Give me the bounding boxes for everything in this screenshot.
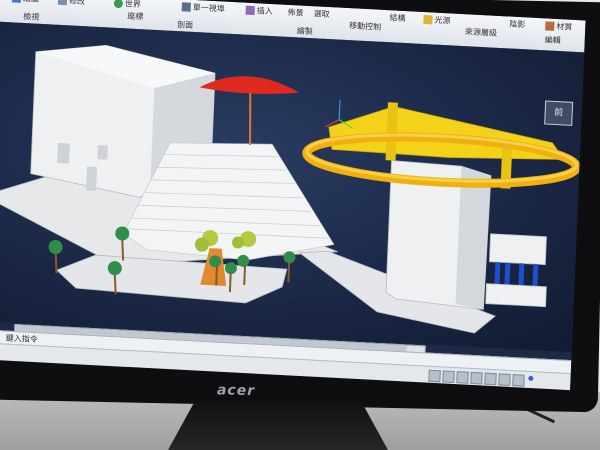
ribbon-group-material[interactable]: 材質 bbox=[545, 20, 572, 32]
model-viewport[interactable]: 前 bbox=[0, 21, 585, 353]
ribbon-label-shadow: 陰影 bbox=[509, 19, 526, 30]
ribbon-label-draw: 繪圖 bbox=[23, 0, 39, 4]
autocad-app-icon[interactable] bbox=[24, 366, 39, 382]
ribbon-group-viewport[interactable]: 單一視埠 bbox=[181, 1, 225, 14]
ribbon-label-move-control: 移動控制 bbox=[348, 21, 382, 32]
monitor-bezel: 繪圖 修改 世界 座標 單一視埠 插入 佈景 bbox=[0, 0, 600, 413]
ribbon-group-structure[interactable]: 結構 bbox=[389, 12, 405, 24]
umbrella-pole bbox=[249, 92, 252, 146]
ribbon-label-world: 世界 bbox=[124, 0, 142, 10]
ribbon-group-light[interactable]: 光源 bbox=[423, 14, 451, 26]
ribbon-bottom-render: 繪製 bbox=[296, 26, 314, 37]
ground-slab-lower bbox=[55, 254, 288, 304]
ribbon-label-structure: 結構 bbox=[389, 13, 406, 24]
pavilion-pillars bbox=[494, 262, 539, 287]
cube-window-1 bbox=[57, 143, 70, 164]
status-toggle-1[interactable] bbox=[428, 369, 441, 383]
ribbon-group-modify[interactable]: 修改 bbox=[57, 0, 86, 7]
ribbon-label-insert: 插入 bbox=[256, 6, 273, 17]
ribbon-label-select: 選取 bbox=[313, 9, 330, 20]
scroll-right-arrow-icon[interactable]: ▸ bbox=[429, 345, 433, 353]
ribbon-label-edit: 編輯 bbox=[544, 35, 561, 46]
ribbon-group-world[interactable]: 世界 bbox=[113, 0, 142, 10]
ribbon-label-material: 材質 bbox=[556, 21, 573, 32]
viewport-icon bbox=[181, 2, 191, 12]
cube-window-2 bbox=[97, 145, 108, 160]
status-toggle-4[interactable] bbox=[470, 371, 483, 385]
start-button-icon[interactable] bbox=[0, 364, 3, 380]
status-toggle-5[interactable] bbox=[484, 372, 497, 386]
ribbon-group-coordinates[interactable]: 座標 bbox=[127, 10, 143, 22]
material-icon bbox=[545, 21, 555, 31]
world-icon bbox=[113, 0, 124, 9]
ribbon-bottom-label-render: 繪製 bbox=[297, 25, 313, 37]
power-led bbox=[528, 375, 534, 381]
light-icon bbox=[423, 14, 433, 25]
ribbon-label-viewport: 單一視埠 bbox=[192, 2, 225, 14]
monitor-screen: 繪圖 修改 世界 座標 單一視埠 插入 佈景 bbox=[0, 0, 586, 391]
ribbon-label-source-level: 來源層級 bbox=[464, 27, 498, 38]
status-toggle-3[interactable] bbox=[456, 371, 469, 384]
pavilion-base bbox=[485, 283, 547, 308]
viewcube-icon[interactable]: 前 bbox=[544, 100, 574, 126]
ribbon-label-light: 光源 bbox=[434, 15, 451, 26]
ribbon-group-insert[interactable]: 插入 bbox=[245, 5, 273, 17]
axis-z bbox=[338, 99, 341, 120]
ribbon-group-source-level[interactable]: 來源層級 bbox=[465, 26, 497, 39]
ribbon-group-draw[interactable]: 繪圖 bbox=[11, 0, 39, 5]
ribbon-label-layout: 佈景 bbox=[287, 7, 304, 18]
monitor-stand bbox=[168, 402, 388, 450]
ribbon-group-move-control[interactable]: 移動控制 bbox=[349, 20, 381, 33]
ribbon-group-edit[interactable]: 編輯 bbox=[545, 34, 561, 46]
cube-door bbox=[86, 166, 98, 192]
ribbon-group-shadow[interactable]: 陰影 bbox=[509, 18, 525, 30]
pavilion-top bbox=[488, 233, 547, 266]
draw-icon bbox=[11, 0, 22, 3]
viewcube-label: 前 bbox=[553, 107, 564, 119]
status-toggle-7[interactable] bbox=[512, 374, 525, 387]
ribbon-bottom-label-view: 檢視 bbox=[23, 11, 39, 23]
modify-icon bbox=[57, 0, 68, 6]
yellow-frame bbox=[328, 106, 565, 160]
ribbon-group-select[interactable]: 選取 bbox=[313, 8, 329, 20]
ribbon-bottom-section: 剖面 bbox=[176, 20, 194, 30]
status-toggle-6[interactable] bbox=[498, 373, 511, 386]
insert-icon bbox=[245, 5, 255, 16]
explorer-icon[interactable] bbox=[6, 365, 21, 381]
scene-drawing bbox=[0, 44, 581, 334]
status-toggle-2[interactable] bbox=[442, 370, 455, 384]
ribbon-label-coordinates: 座標 bbox=[127, 11, 144, 22]
ribbon-label-modify: 修改 bbox=[68, 0, 86, 7]
monitor-brand-logo: acer bbox=[216, 382, 256, 400]
ribbon-bottom-view: 檢視 bbox=[23, 12, 40, 22]
ribbon-bottom-label-section: 剖面 bbox=[177, 19, 193, 31]
photo: 繪圖 修改 世界 座標 單一視埠 插入 佈景 bbox=[0, 0, 600, 450]
ribbon-group-layout[interactable]: 佈景 bbox=[287, 7, 303, 19]
